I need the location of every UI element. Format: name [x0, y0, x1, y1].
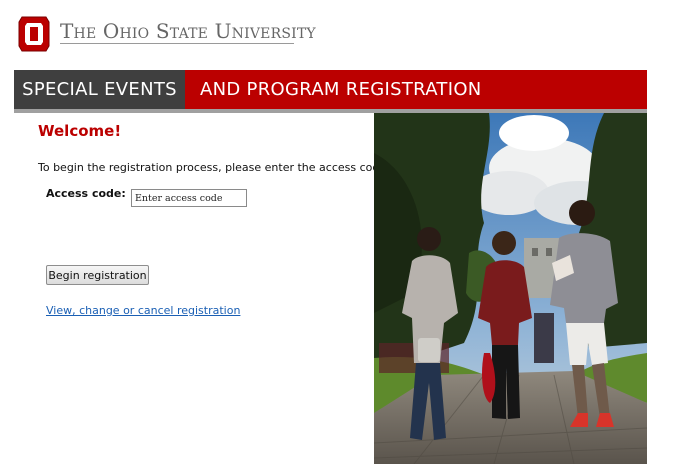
access-code-label: Access code:	[46, 187, 126, 200]
university-name-underline	[60, 43, 294, 44]
view-change-cancel-link[interactable]: View, change or cancel registration	[46, 304, 240, 317]
campus-photo	[374, 113, 647, 464]
instructions-text: To begin the registration process, pleas…	[38, 161, 390, 174]
welcome-heading: Welcome!	[38, 122, 122, 140]
access-code-input[interactable]	[131, 189, 247, 207]
banner-special-events: SPECIAL EVENTS	[14, 70, 185, 109]
ohio-state-logo-icon	[18, 14, 50, 54]
page-banner: SPECIAL EVENTS AND PROGRAM REGISTRATION	[14, 70, 647, 109]
university-name: The Ohio State University	[60, 19, 316, 43]
begin-registration-button[interactable]: Begin registration	[46, 265, 149, 285]
banner-program-registration: AND PROGRAM REGISTRATION	[185, 70, 647, 109]
